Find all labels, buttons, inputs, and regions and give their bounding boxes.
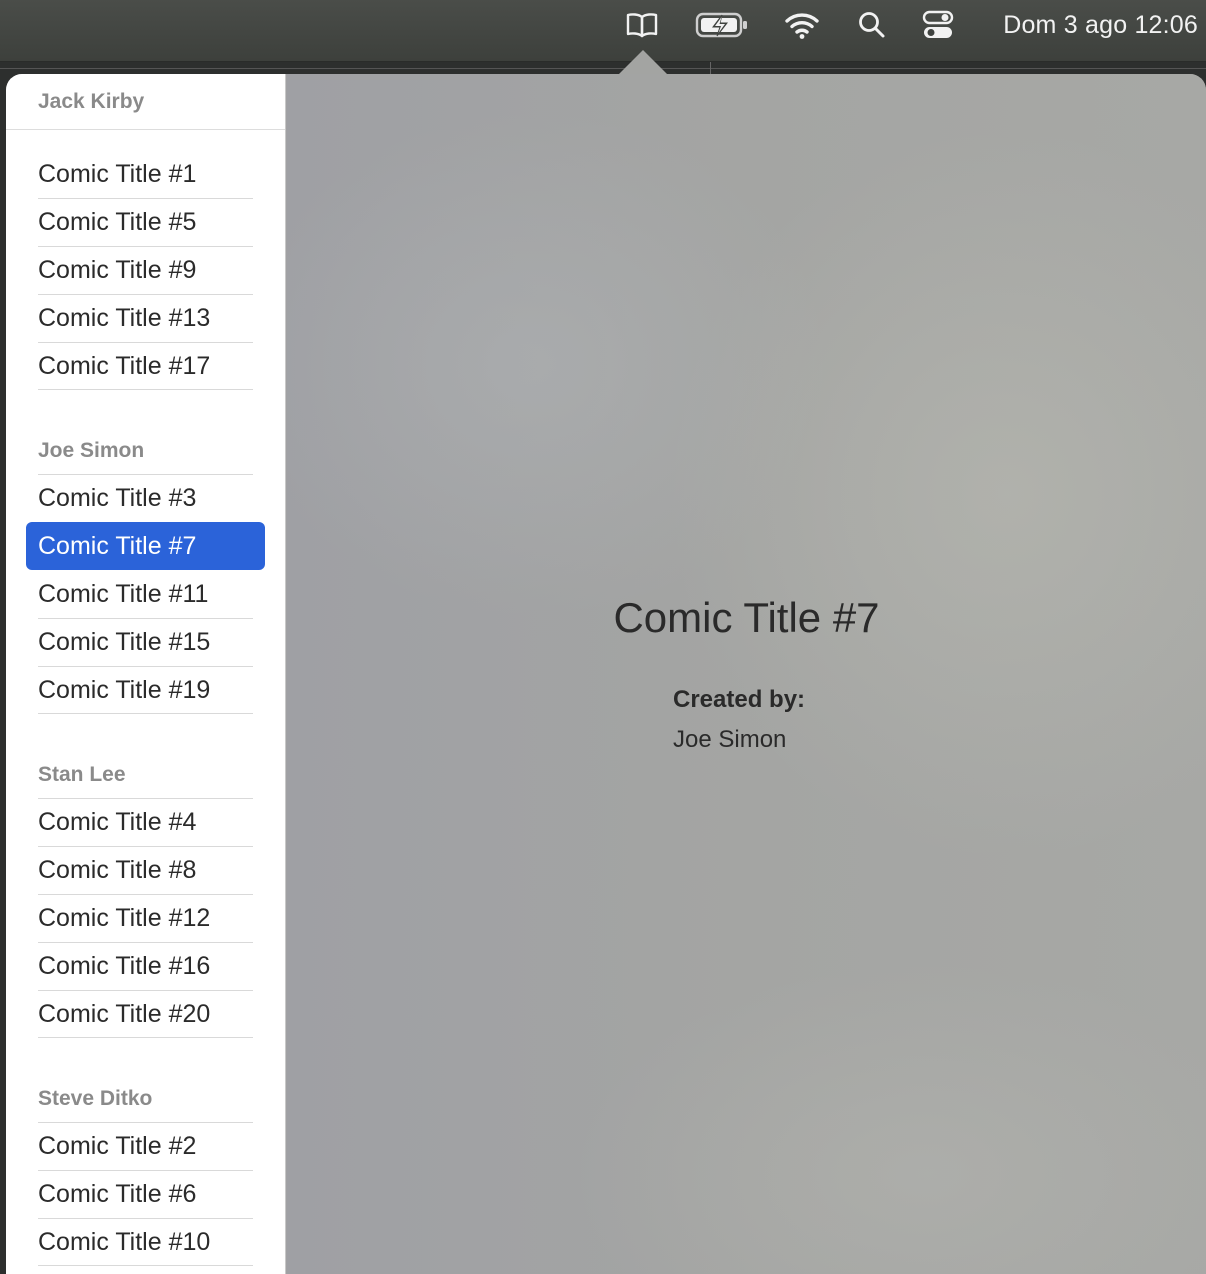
sidebar-item[interactable]: Comic Title #16 (26, 942, 265, 990)
divider (710, 62, 711, 74)
menu-bar-clock[interactable]: Dom 3 ago 12:06 (1003, 8, 1198, 42)
popover-window: Jack Kirby Comic Title #1 Comic Title #5 Co… (6, 74, 1206, 1274)
sidebar-section: Jack Kirby Comic Title #1 Comic Title #5 Co… (6, 74, 285, 390)
sidebar-item[interactable]: Comic Title #13 (26, 294, 265, 342)
sidebar-item[interactable]: Comic Title #7 (26, 522, 265, 570)
control-center-icon[interactable] (920, 8, 956, 42)
sidebar-item[interactable]: Comic Title #3 (26, 474, 265, 522)
sidebar-item[interactable]: Comic Title #5 (26, 198, 265, 246)
sidebar-list: Comic Title #3 Comic Title #7 Comic Title … (6, 474, 285, 714)
detail-pane: Comic Title #7 Created by: Joe Simon (287, 74, 1206, 1274)
sidebar: Jack Kirby Comic Title #1 Comic Title #5 Co… (6, 74, 286, 1274)
sidebar-item[interactable]: Comic Title #1 (26, 150, 265, 198)
sidebar-item[interactable]: Comic Title #19 (26, 666, 265, 714)
divider (0, 68, 1206, 69)
sidebar-item[interactable]: Comic Title #8 (26, 846, 265, 894)
sidebar-item[interactable]: Comic Title #12 (26, 894, 265, 942)
sidebar-item[interactable]: Comic Title #11 (26, 570, 265, 618)
sidebar-list: Comic Title #2 Comic Title #6 Comic Title … (6, 1122, 285, 1266)
sidebar-item[interactable]: Comic Title #4 (26, 798, 265, 846)
book-icon[interactable] (622, 8, 662, 42)
sidebar-section: Stan Lee Comic Title #4 Comic Title #8 Comi… (6, 744, 285, 1038)
section-header: Stan Lee (38, 763, 126, 786)
sidebar-item[interactable]: Comic Title #10 (26, 1218, 265, 1266)
detail-title: Comic Title #7 (613, 594, 880, 641)
sidebar-item[interactable]: Comic Title #9 (26, 246, 265, 294)
sidebar-list: Comic Title #1 Comic Title #5 Comic Title … (6, 150, 285, 390)
sidebar-item[interactable]: Comic Title #2 (26, 1122, 265, 1170)
sidebar-item[interactable]: Comic Title #15 (26, 618, 265, 666)
search-icon[interactable] (854, 8, 890, 42)
wifi-icon[interactable] (782, 8, 822, 42)
created-by-label: Created by: (673, 686, 806, 713)
section-header: Steve Ditko (38, 1087, 153, 1110)
battery-charging-icon[interactable] (694, 8, 750, 42)
sidebar-section: Joe Simon Comic Title #3 Comic Title #7 Com… (6, 420, 285, 714)
section-header: Joe Simon (38, 439, 145, 462)
popover-arrow (619, 50, 667, 74)
section-header: Jack Kirby (6, 74, 285, 130)
sidebar-item[interactable]: Comic Title #20 (26, 990, 265, 1038)
sidebar-section: Steve Ditko Comic Title #2 Comic Title #6 C… (6, 1068, 285, 1266)
sidebar-item[interactable]: Comic Title #6 (26, 1170, 265, 1218)
sidebar-list: Comic Title #4 Comic Title #8 Comic Title … (6, 798, 285, 1038)
sidebar-item[interactable]: Comic Title #17 (26, 342, 265, 390)
menu-bar: Dom 3 ago 12:06 (0, 0, 1206, 62)
created-by-value: Joe Simon (673, 726, 787, 753)
